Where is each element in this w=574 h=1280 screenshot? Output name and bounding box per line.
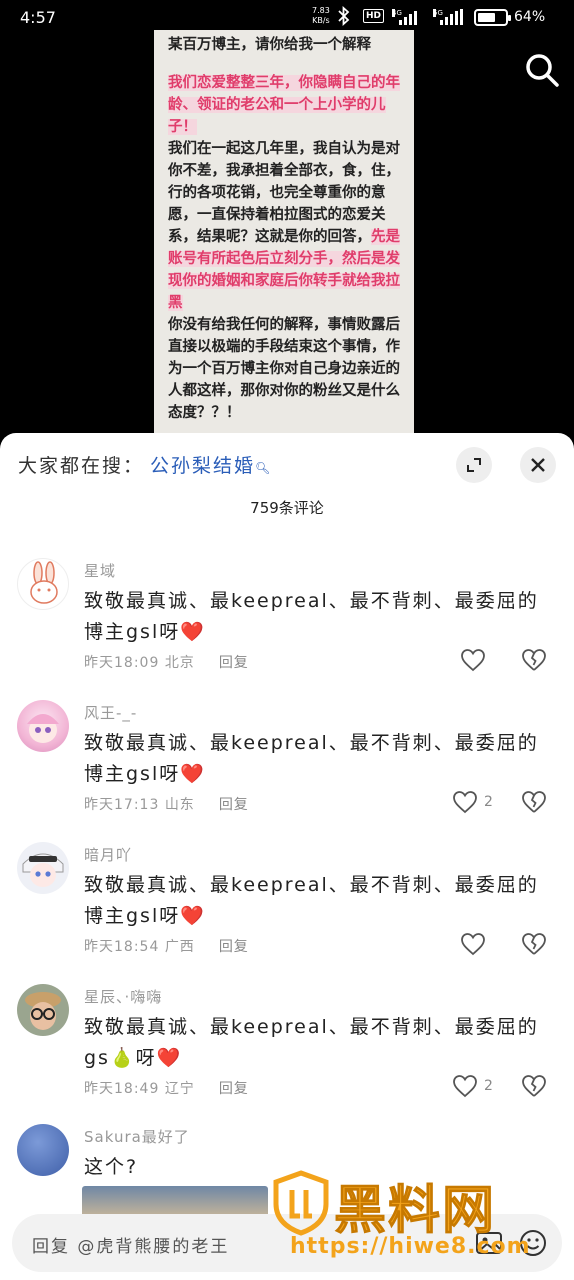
post-paragraph-1: 我们恋爱整整三年，你隐瞒自己的年龄、领证的老公和一个上小学的儿子！: [168, 75, 400, 135]
like-count: 2: [484, 794, 493, 810]
comment-meta: 昨天17:13 山东 回复: [84, 797, 249, 813]
signal-icon-sim1: 4G: [392, 9, 417, 25]
comment-author[interactable]: Sakura最好了: [84, 1126, 190, 1147]
battery-icon: [474, 9, 511, 26]
avatar[interactable]: [17, 1124, 69, 1176]
like-button[interactable]: [460, 648, 492, 672]
close-button[interactable]: [520, 447, 556, 483]
reply-button[interactable]: 回复: [219, 939, 249, 955]
like-button[interactable]: 2: [452, 1074, 493, 1098]
bluetooth-icon: [337, 5, 351, 31]
comment-meta: 昨天18:54 广西 回复: [84, 939, 249, 955]
search-icon: [526, 54, 559, 87]
comment-meta: 昨天18:09 北京 回复: [84, 655, 249, 671]
reply-placeholder: 回复 @虎背熊腰的老王: [32, 1237, 230, 1257]
like-count: 2: [484, 1078, 493, 1094]
like-button[interactable]: 2: [452, 790, 493, 814]
battery-percent: 64%: [514, 9, 546, 25]
dislike-button[interactable]: [521, 932, 547, 960]
comment-author[interactable]: 暗月吖: [84, 844, 132, 865]
heart-emoji: ❤️: [180, 763, 206, 785]
broken-heart-icon: [522, 933, 546, 955]
avatar[interactable]: [17, 842, 69, 894]
dislike-button[interactable]: [521, 648, 547, 676]
comment-author[interactable]: 风王-_-: [84, 702, 137, 723]
comment-text: 致敬最真诚、最keepreal、最不背刺、最委屈的博主gsl呀❤️: [84, 590, 539, 643]
heart-emoji: ❤️: [180, 905, 206, 927]
heart-emoji: ❤️: [180, 621, 206, 643]
dislike-button[interactable]: [521, 790, 547, 818]
reply-button[interactable]: 回复: [219, 1081, 249, 1097]
shield-logo-icon: [273, 1170, 329, 1236]
post-image: 某百万博主，请你给我一个解释 我们恋爱整整三年，你隐瞒自己的年龄、领证的老公和一…: [154, 30, 414, 440]
reply-button[interactable]: 回复: [219, 655, 249, 671]
search-small-icon: 🔍︎: [255, 461, 273, 475]
heart-outline-icon: [453, 1075, 477, 1098]
comment-text: 致敬最真诚、最keepreal、最不背刺、最委屈的博主gsl呀❤️: [84, 874, 539, 927]
clock: 4:57: [20, 8, 56, 27]
heart-emoji: ❤️: [156, 1047, 183, 1069]
expand-icon: [467, 458, 481, 472]
heart-outline-icon: [461, 933, 485, 956]
signal-icon-sim2: 5G: [433, 9, 463, 25]
hd-badge: HD: [363, 9, 385, 23]
avatar[interactable]: [17, 700, 69, 752]
avatar[interactable]: [17, 558, 69, 610]
comment-count: 759条评论: [250, 499, 324, 517]
post-paragraph-2: 我们在一起这几年里，我自认为是对你不差，我承担着全部衣，食，住，行的各项花销，也…: [168, 141, 400, 311]
trending-search-link[interactable]: 公孙梨结婚: [150, 455, 255, 477]
watermark-url: https://hiwe8.com: [290, 1234, 531, 1259]
expand-button[interactable]: [456, 447, 492, 483]
watermark: 黑料网 https://hiwe8.com: [270, 1168, 570, 1276]
post-title: 某百万博主，请你给我一个解释: [168, 37, 371, 53]
like-button[interactable]: [460, 932, 492, 956]
comment-author[interactable]: 星域: [84, 560, 116, 581]
search-button[interactable]: [522, 50, 562, 90]
comment-text: 致敬最真诚、最keepreal、最不背刺、最委屈的gs🍐呀❤️: [84, 1016, 539, 1069]
broken-heart-icon: [522, 791, 546, 813]
avatar[interactable]: [17, 984, 69, 1036]
post-paragraph-3: 你没有给我任何的解释，事情败露后直接以极端的手段结束这个事情，作为一个百万博主你…: [168, 317, 400, 421]
broken-heart-icon: [522, 649, 546, 671]
broken-heart-icon: [522, 1075, 546, 1097]
close-icon: [531, 458, 545, 472]
comment-author[interactable]: 星辰、·嗨嗨: [84, 986, 162, 1007]
heart-outline-icon: [461, 649, 485, 672]
comment-meta: 昨天18:49 辽宁 回复: [84, 1081, 249, 1097]
network-rate: 7.83 KB/s: [312, 6, 330, 25]
watermark-name: 黑料网: [333, 1181, 497, 1242]
heart-outline-icon: [453, 791, 477, 814]
dislike-button[interactable]: [521, 1074, 547, 1102]
reply-button[interactable]: 回复: [219, 797, 249, 813]
search-suggestion: 大家都在搜： 公孙梨结婚🔍︎: [18, 455, 273, 477]
comment-text: 致敬最真诚、最keepreal、最不背刺、最委屈的博主gsl呀❤️: [84, 732, 539, 785]
